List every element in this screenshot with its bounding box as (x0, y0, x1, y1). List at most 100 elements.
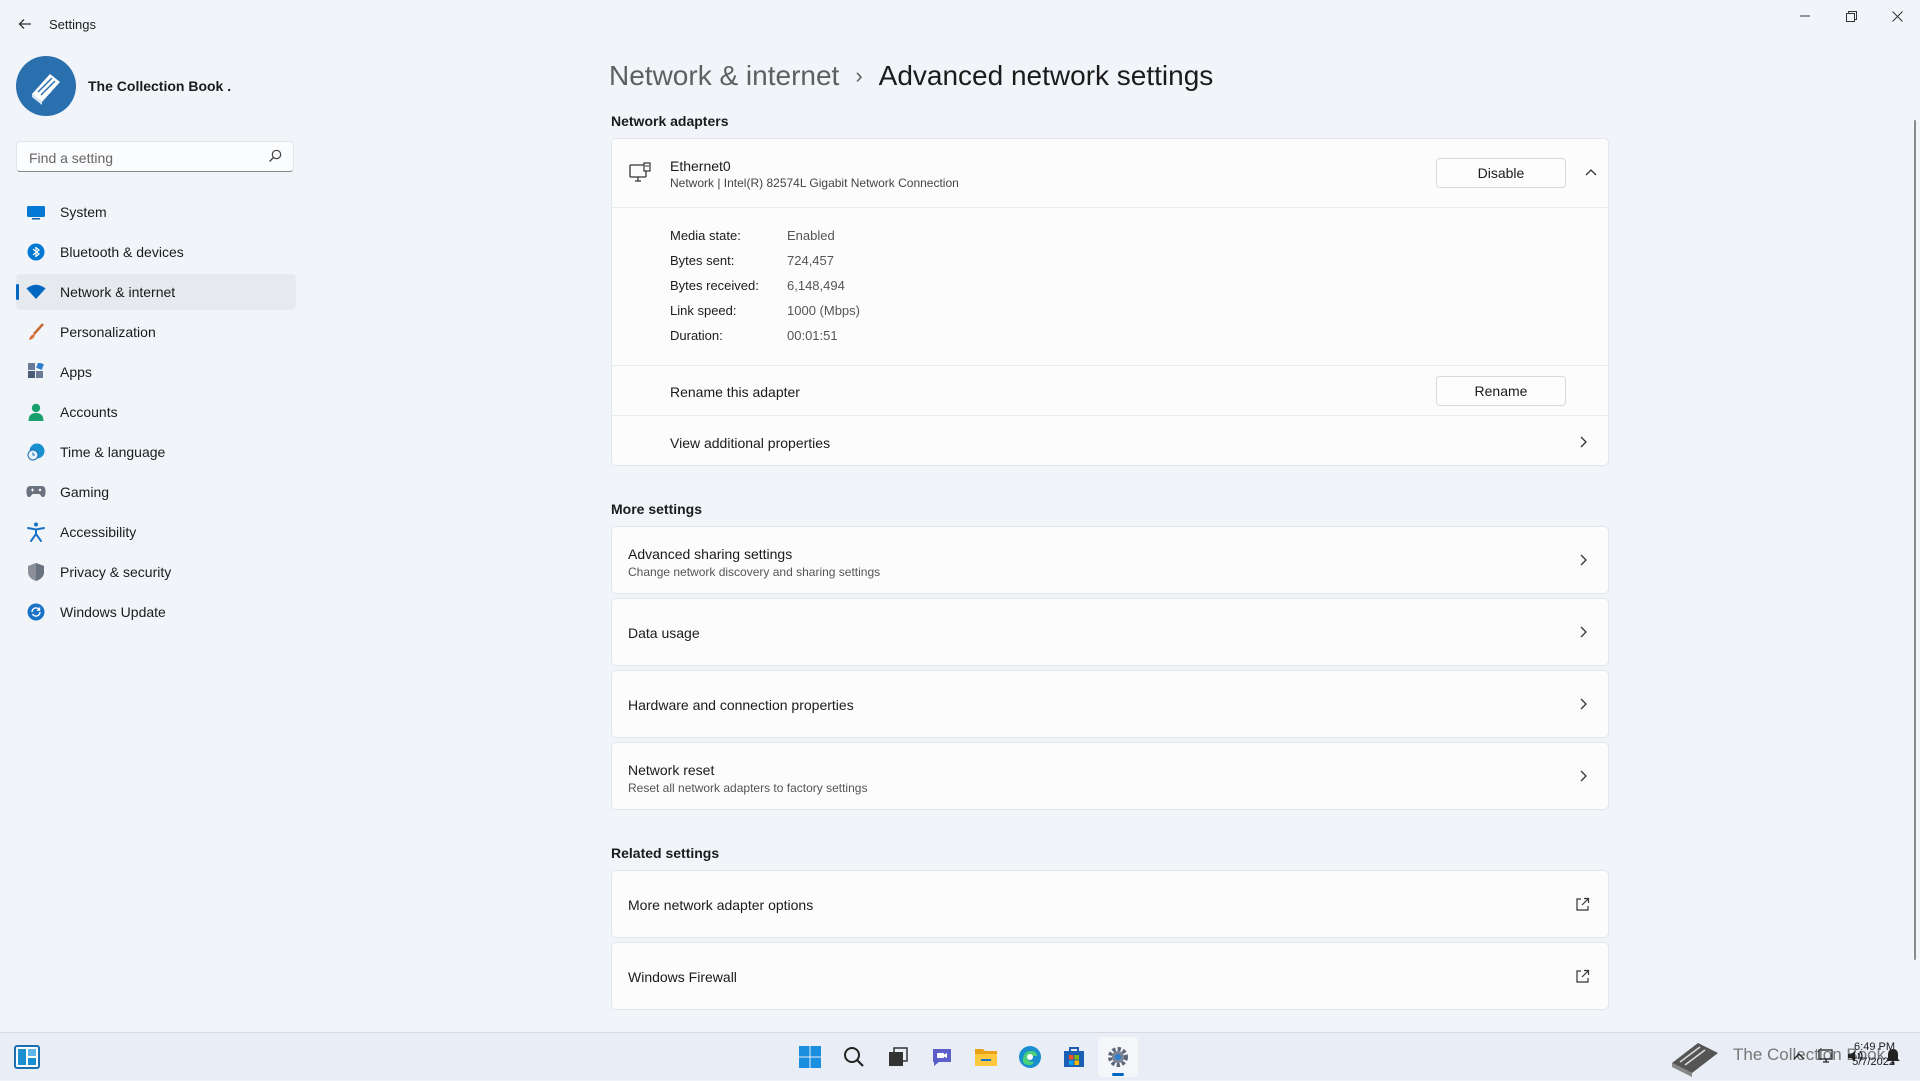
taskbar-search-button[interactable] (834, 1037, 874, 1077)
rename-label: Rename this adapter (670, 384, 800, 400)
app-title: Settings (49, 17, 96, 32)
chevron-right-icon (1580, 698, 1587, 710)
chevron-right-icon (1580, 770, 1587, 782)
update-icon (26, 602, 46, 622)
breadcrumb-parent[interactable]: Network & internet (609, 60, 839, 92)
sidebar-item-label: Windows Update (60, 604, 166, 620)
sidebar-item-network[interactable]: Network & internet (16, 274, 296, 310)
file-explorer-button[interactable] (966, 1037, 1006, 1077)
property-row: Bytes received: 6,148,494 (670, 273, 860, 298)
network-reset[interactable]: Network reset Reset all network adapters… (611, 742, 1609, 810)
sidebar-item-bluetooth[interactable]: Bluetooth & devices (16, 234, 296, 270)
close-icon (1891, 10, 1903, 22)
hardware-connection-properties[interactable]: Hardware and connection properties (611, 670, 1609, 738)
gamepad-icon (26, 482, 46, 502)
apps-icon (26, 362, 46, 382)
restore-button[interactable] (1828, 0, 1874, 32)
data-usage[interactable]: Data usage (611, 598, 1609, 666)
sidebar-item-label: Accounts (60, 404, 118, 420)
sidebar-item-apps[interactable]: Apps (16, 354, 296, 390)
adapter-header[interactable]: Ethernet0 Network | Intel(R) 82574L Giga… (612, 139, 1608, 208)
section-title-related: Related settings (611, 845, 720, 861)
sidebar-item-accessibility[interactable]: Accessibility (16, 514, 296, 550)
sidebar-item-label: Gaming (60, 484, 110, 500)
rename-row: Rename this adapter Rename (612, 365, 1608, 416)
sidebar-item-gaming[interactable]: Gaming (16, 474, 296, 510)
scrollbar[interactable] (1914, 120, 1916, 960)
sidebar-item-label: Privacy & security (60, 564, 172, 580)
sidebar-item-time-language[interactable]: Time & language (16, 434, 296, 470)
property-value: 724,457 (787, 253, 834, 268)
breadcrumb-separator: › (855, 63, 863, 88)
card-title: Data usage (628, 625, 700, 641)
advanced-sharing-settings[interactable]: Advanced sharing settings Change network… (611, 526, 1609, 594)
card-title: Windows Firewall (628, 969, 737, 985)
back-arrow-icon (18, 19, 31, 29)
chat-button[interactable] (922, 1037, 962, 1077)
sidebar-item-label: System (60, 204, 107, 220)
card-title: Advanced sharing settings (628, 546, 793, 562)
person-icon (26, 402, 46, 422)
collapse-button[interactable] (1580, 161, 1602, 183)
external-link-icon (1576, 897, 1590, 911)
task-view-button[interactable] (878, 1037, 918, 1077)
shield-icon (26, 562, 46, 582)
rename-button[interactable]: Rename (1436, 376, 1566, 406)
adapter-properties: Media state: Enabled Bytes sent: 724,457 B… (670, 223, 860, 348)
brush-icon (26, 322, 46, 342)
search-input[interactable] (27, 147, 261, 169)
property-row: Link speed: 1000 (Mbps) (670, 298, 860, 323)
card-title: Hardware and connection properties (628, 697, 854, 713)
card-subtitle: Change network discovery and sharing set… (628, 565, 881, 579)
sidebar-item-windows-update[interactable]: Windows Update (16, 594, 296, 630)
property-row: Media state: Enabled (670, 223, 860, 248)
minimize-button[interactable] (1782, 0, 1828, 32)
title-bar: Settings (0, 0, 1920, 48)
store-button[interactable] (1054, 1037, 1094, 1077)
section-title-more: More settings (611, 501, 703, 517)
property-label: Bytes sent: (670, 253, 735, 268)
sidebar-item-accounts[interactable]: Accounts (16, 394, 296, 430)
back-button[interactable] (14, 12, 36, 36)
sidebar-item-label: Bluetooth & devices (60, 244, 184, 260)
windows-firewall[interactable]: Windows Firewall (611, 942, 1609, 1010)
chevron-up-icon[interactable] (1790, 1047, 1808, 1065)
settings-taskbar-button[interactable] (1098, 1037, 1138, 1077)
edge-button[interactable] (1010, 1037, 1050, 1077)
property-label: Media state: (670, 228, 741, 243)
property-label: Bytes received: (670, 278, 759, 293)
chevron-up-icon (1585, 169, 1597, 176)
more-network-adapter-options[interactable]: More network adapter options (611, 870, 1609, 938)
close-button[interactable] (1874, 0, 1920, 32)
disable-button[interactable]: Disable (1436, 158, 1566, 188)
sidebar-item-privacy[interactable]: Privacy & security (16, 554, 296, 590)
sidebar-item-label: Accessibility (60, 524, 137, 540)
widgets-icon[interactable] (14, 1045, 40, 1069)
start-button[interactable] (790, 1037, 830, 1077)
search-box[interactable] (16, 141, 294, 172)
property-label: Link speed: (670, 303, 737, 318)
chevron-right-icon (1580, 626, 1587, 638)
settings-icon (1108, 1047, 1128, 1067)
sidebar-item-personalization[interactable]: Personalization (16, 314, 296, 350)
taskbar-apps (790, 1037, 1142, 1077)
adapter-name: Ethernet0 (670, 158, 731, 174)
adapter-card: Ethernet0 Network | Intel(R) 82574L Giga… (611, 138, 1609, 466)
property-value: Enabled (787, 228, 835, 243)
avatar (16, 56, 76, 116)
view-additional-properties[interactable]: View additional properties (612, 415, 1608, 465)
user-profile[interactable]: The Collection Book . (16, 56, 231, 116)
sidebar-item-system[interactable]: System (16, 194, 296, 230)
taskbar: The Collection Book 6:49 PM 5/7/2022 (0, 1032, 1920, 1080)
sidebar-item-label: Network & internet (60, 284, 176, 300)
property-row: Duration: 00:01:51 (670, 323, 860, 348)
start-icon (799, 1046, 821, 1068)
minimize-icon (1800, 15, 1810, 17)
property-value: 1000 (Mbps) (787, 303, 860, 318)
wifi-icon (26, 282, 46, 302)
view-properties-label: View additional properties (670, 435, 831, 451)
search-icon[interactable] (267, 148, 283, 164)
notification-icon[interactable] (1884, 1047, 1902, 1065)
globe-clock-icon (26, 442, 46, 462)
property-value: 6,148,494 (787, 278, 845, 293)
